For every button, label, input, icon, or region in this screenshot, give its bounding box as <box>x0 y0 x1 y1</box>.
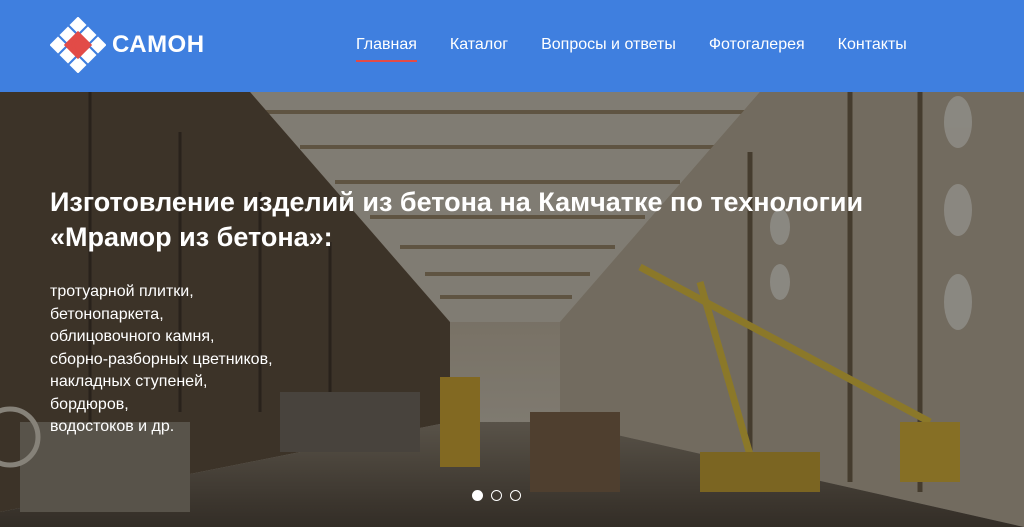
list-item: бетонопаркета, <box>50 305 164 323</box>
nav-item-contacts[interactable]: Контакты <box>838 36 907 60</box>
nav-item-catalog[interactable]: Каталог <box>450 36 508 60</box>
list-item: бордюров, <box>50 395 129 413</box>
nav-item-gallery[interactable]: Фотогалерея <box>709 36 805 60</box>
site-header: С САМОН Главная Каталог Вопросы и ответы… <box>0 0 1024 92</box>
list-item: накладных ступеней, <box>50 373 208 390</box>
brand-name: САМОН <box>112 31 205 58</box>
logo[interactable]: С САМОН <box>49 16 205 74</box>
hero-title: Изготовление изделий из бетона на Камчат… <box>50 187 864 252</box>
nav-item-home[interactable]: Главная <box>356 36 417 62</box>
nav-item-faq[interactable]: Вопросы и ответы <box>541 36 676 60</box>
product-list: тротуарной плитки, бетонопаркета, облицо… <box>50 281 273 439</box>
main-nav: Главная Каталог Вопросы и ответы Фотогал… <box>356 36 940 62</box>
hero-slider: Изготовление изделий из бетона на Камчат… <box>0 92 1024 527</box>
list-item: тротуарной плитки, <box>50 283 194 300</box>
slider-pagination <box>472 490 521 501</box>
list-item: облицовочного камня, <box>50 328 215 345</box>
slide-dot-2[interactable] <box>491 490 502 501</box>
slide-dot-1[interactable] <box>472 490 483 501</box>
list-item: сборно-разборных цветников, <box>50 350 273 368</box>
logo-icon: С <box>49 16 107 74</box>
list-item: водостоков и др. <box>50 418 175 435</box>
slide-dot-3[interactable] <box>510 490 521 501</box>
logo-letter: С <box>71 36 85 57</box>
